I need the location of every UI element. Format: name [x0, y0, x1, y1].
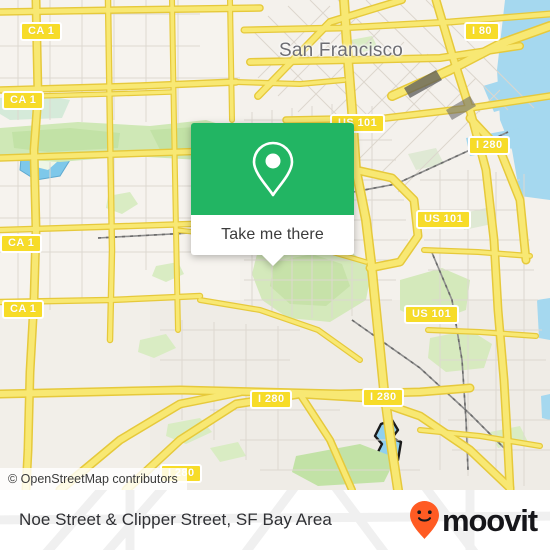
moovit-wordmark: moovit — [441, 502, 538, 538]
highway-shield: CA 1 — [2, 300, 45, 319]
city-label-san-francisco: San Francisco — [279, 40, 404, 61]
highway-shield: US 101 — [404, 305, 460, 324]
callout-image-area — [191, 123, 354, 215]
highway-shield: I 280 — [362, 388, 405, 407]
highway-shield: CA 1 — [2, 91, 45, 110]
osm-attribution[interactable]: © OpenStreetMap contributors — [0, 468, 187, 490]
highway-shield: I 280 — [468, 136, 511, 155]
take-me-there-label: Take me there — [221, 226, 324, 243]
callout-pointer — [261, 255, 284, 266]
map-screen: San Francisco CA 1 CA 1 CA 1 CA 1 US 101 US 1… — [0, 0, 550, 550]
map-pin-icon — [252, 141, 293, 197]
callout-action-area[interactable]: Take me there — [191, 215, 354, 266]
footer-bar: Noe Street & Clipper Street, SF Bay Area… — [0, 490, 550, 550]
place-title: Noe Street & Clipper Street, SF Bay Area — [19, 510, 332, 529]
highway-shield: US 101 — [416, 210, 472, 229]
moovit-logo: moovit — [408, 500, 538, 540]
highway-shield: I 280 — [250, 390, 293, 409]
location-callout-card[interactable]: Take me there — [191, 123, 354, 266]
highway-shield: I 80 — [464, 22, 500, 41]
map-canvas[interactable]: San Francisco CA 1 CA 1 CA 1 CA 1 US 101 US 1… — [0, 0, 550, 490]
highway-shield: CA 1 — [0, 234, 43, 253]
highway-shield: CA 1 — [20, 22, 63, 41]
moovit-pin-smile-icon — [409, 501, 439, 539]
